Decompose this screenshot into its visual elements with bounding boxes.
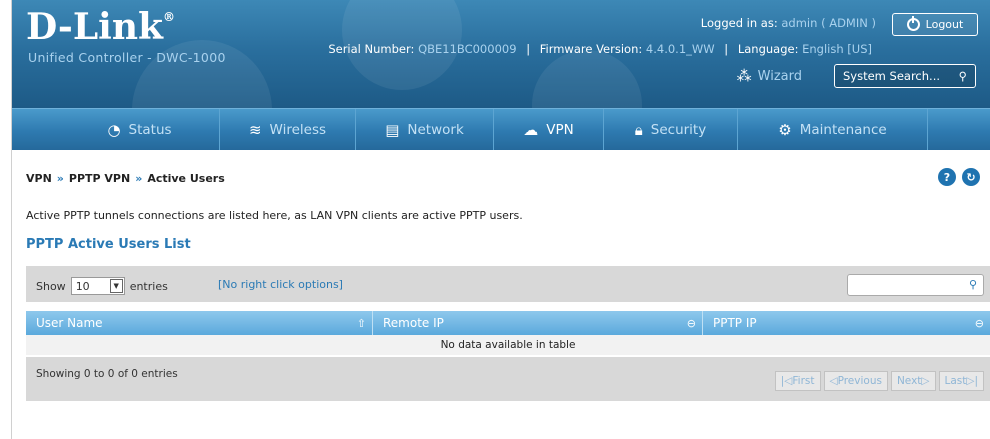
header-decoration [532,50,642,108]
entries-select[interactable]: 10 ▼ [70,277,125,295]
pagination: |◁ First ◁ Previous Next ▷ Last ▷| [774,371,984,391]
search-icon: ⚲ [968,278,977,291]
language-link[interactable]: English [US] [802,42,872,56]
wizard-label: Wizard [757,68,802,84]
gears-icon: ⚙ [778,120,792,139]
nav-item-network[interactable]: ▤ Network [356,108,494,151]
nav-item-maintenance[interactable]: ⚙ Maintenance [738,108,928,151]
first-page-button[interactable]: |◁ First [774,371,821,391]
chevron-down-icon: ▼ [109,279,123,293]
next-icon: ▷ [921,375,930,387]
serial-number: QBE11BC000009 [418,42,517,56]
wizard-wand-icon: ⁂ [736,67,752,85]
logout-label: Logout [925,18,964,31]
last-page-button[interactable]: Last ▷| [938,371,984,391]
showing-entries-info: Showing 0 to 0 of 0 entries [36,368,178,380]
table-search-input[interactable]: ⚲ [847,274,984,296]
sort-asc-icon: ⇧ [356,316,366,330]
entries-selector: Show 10 ▼ entries [36,277,168,295]
last-icon: ▷| [966,375,978,387]
search-icon[interactable]: ⚲ [959,69,967,83]
nav-item-security[interactable]: 🔒︎ Security [604,108,738,151]
nav-item-vpn[interactable]: ☁ VPN [494,108,604,151]
breadcrumb-pptp-vpn[interactable]: PPTP VPN [69,172,130,185]
wizard-link[interactable]: ⁂ Wizard [737,67,802,85]
dlink-logo: D-Link® [26,6,175,48]
column-user-name[interactable]: User Name ⇧ [26,311,373,335]
breadcrumb-active-users: Active Users [147,172,225,185]
left-border-strip [0,0,12,439]
next-page-button[interactable]: Next ▷ [890,371,936,391]
column-pptp-ip[interactable]: PPTP IP ⊖ [703,311,990,335]
table-footer: Showing 0 to 0 of 0 entries |◁ First ◁ P… [26,357,990,401]
power-icon [906,16,920,31]
cloud-lock-icon: ☁ [523,120,539,139]
table-header: User Name ⇧ Remote IP ⊖ PPTP IP ⊖ [26,311,990,335]
refresh-icon[interactable]: ↻ [962,168,980,186]
nav-item-wireless[interactable]: ≋ Wireless [220,108,356,151]
no-right-click-note: [No right click options] [218,278,343,291]
sort-icon: ⊖ [974,316,984,330]
logged-in-label: Logged in as: [700,16,778,30]
help-icon[interactable]: ? [938,168,956,186]
empty-table-message: No data available in table [26,335,990,355]
system-search-input[interactable]: System Search... ⚲ [834,64,976,88]
breadcrumb-vpn[interactable]: VPN [26,172,52,185]
section-title: PPTP Active Users List [26,237,191,252]
system-search-placeholder: System Search... [843,69,941,83]
logged-in-user: admin ( ADMIN ) [781,16,876,30]
nav-item-status[interactable]: ◔ Status [60,108,220,151]
header: D-Link® Unified Controller - DWC-1000 Lo… [12,0,990,108]
logged-in-info: Logged in as: admin ( ADMIN ) [701,16,876,30]
dashboard-icon: ◔ [107,120,121,139]
lock-icon: 🔒︎ [634,120,643,139]
logout-button[interactable]: Logout [892,13,978,36]
device-info: Serial Number: QBE11BC000009 | Firmware … [328,42,872,56]
page-description: Active PPTP tunnels connections are list… [26,209,523,222]
first-icon: |◁ [780,375,793,387]
column-remote-ip[interactable]: Remote IP ⊖ [373,311,703,335]
breadcrumb: VPN» PPTP VPN» Active Users [26,172,225,185]
main-nav: ◔ Status ≋ Wireless ▤ Network ☁ VPN 🔒︎ S… [12,108,990,151]
previous-icon: ◁ [829,375,838,387]
monitor-icon: ▤ [385,120,400,139]
product-subtitle: Unified Controller - DWC-1000 [28,50,226,65]
wifi-icon: ≋ [248,120,262,139]
help-icons: ? ↻ [938,168,980,186]
previous-page-button[interactable]: ◁ Previous [823,371,888,391]
main-content: VPN» PPTP VPN» Active Users ? ↻ Active PPT… [12,150,990,439]
table-toolbar: Show 10 ▼ entries [No right click option… [26,266,990,302]
sort-icon: ⊖ [686,316,696,330]
firmware-version: 4.4.0.1_WW [645,42,715,56]
